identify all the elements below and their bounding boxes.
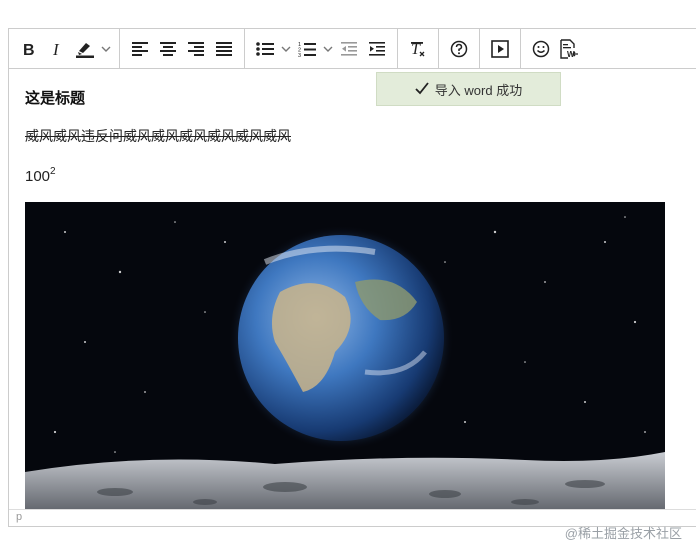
import-success-toast: 导入 word 成功 <box>376 72 561 106</box>
media-icon <box>491 39 509 58</box>
bullet-list-icon <box>256 41 274 56</box>
align-right-icon <box>188 41 204 56</box>
align-center-button[interactable] <box>154 35 182 63</box>
help-group <box>439 29 480 68</box>
help-icon <box>450 40 468 57</box>
media-group <box>480 29 521 68</box>
format-group: B I <box>9 29 120 68</box>
highlight-icon <box>76 42 94 58</box>
import-word-icon: W <box>560 38 578 59</box>
highlight-dropdown[interactable] <box>99 35 113 63</box>
numbered-list-button[interactable]: 123 <box>293 35 321 63</box>
italic-icon: I <box>52 41 60 57</box>
rich-text-editor: B I 1 2 3 T W 这是标题 威风威风违反问威风威风威风威风威风威风 1… <box>8 28 696 527</box>
outdent-icon <box>341 41 357 56</box>
import-word-button[interactable]: W <box>555 35 583 63</box>
list-group: 123 <box>245 29 398 68</box>
earth-image[interactable] <box>25 202 665 510</box>
svg-text:I: I <box>52 41 60 57</box>
editor-toolbar: B I 1 2 3 T W <box>9 29 696 69</box>
clear-format-button[interactable]: T <box>404 35 432 63</box>
align-group <box>120 29 245 68</box>
italic-button[interactable]: I <box>43 35 71 63</box>
chevron-down-icon <box>281 46 291 52</box>
indent-icon <box>369 41 385 56</box>
outdent-button[interactable] <box>335 35 363 63</box>
checkmark-icon <box>415 82 429 95</box>
bold-icon: B <box>23 42 35 57</box>
bullet-list-button[interactable] <box>251 35 279 63</box>
toast-message: 导入 word 成功 <box>434 82 523 98</box>
content-heading: 这是标题 <box>25 90 86 107</box>
number-exponent: 2 <box>50 166 56 177</box>
number-base: 100 <box>25 168 51 185</box>
media-button[interactable] <box>486 35 514 63</box>
superscript-number: 1002 <box>25 166 56 185</box>
watermark: @稀土掘金技术社区 <box>564 526 682 541</box>
clear-group: T <box>398 29 439 68</box>
element-path[interactable]: p <box>16 511 22 523</box>
indent-button[interactable] <box>363 35 391 63</box>
extra-group: W <box>521 29 589 68</box>
numbered-list-dropdown[interactable] <box>321 35 335 63</box>
chevron-down-icon <box>101 46 111 52</box>
bold-button[interactable]: B <box>15 35 43 63</box>
bullet-list-dropdown[interactable] <box>279 35 293 63</box>
numbered-list-icon: 123 <box>298 42 316 57</box>
emoji-icon <box>532 40 550 57</box>
align-justify-icon <box>216 41 232 56</box>
align-left-icon <box>132 41 148 56</box>
strikethrough-text: 威风威风违反问威风威风威风威风威风威风 <box>25 128 291 144</box>
align-left-button[interactable] <box>126 35 154 63</box>
emoji-button[interactable] <box>527 35 555 63</box>
svg-text:3: 3 <box>298 53 301 57</box>
chevron-down-icon <box>323 46 333 52</box>
highlight-button[interactable] <box>71 35 99 63</box>
align-justify-button[interactable] <box>210 35 238 63</box>
svg-text:B: B <box>23 42 35 57</box>
earth-illustration <box>25 202 665 510</box>
align-right-button[interactable] <box>182 35 210 63</box>
editor-content[interactable]: 这是标题 威风威风违反问威风威风威风威风威风威风 1002 <box>9 69 696 510</box>
help-button[interactable] <box>445 35 473 63</box>
align-center-icon <box>160 41 176 56</box>
clear-format-icon: T <box>411 41 425 58</box>
